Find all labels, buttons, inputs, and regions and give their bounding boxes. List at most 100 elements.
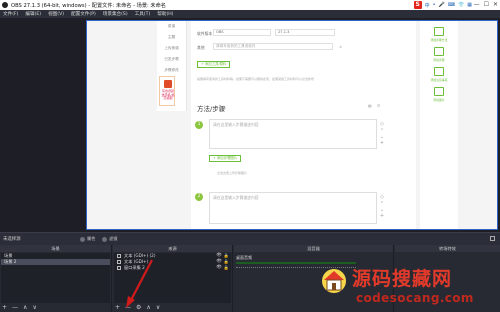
grid-view-icon[interactable]: ▦	[368, 103, 372, 108]
list-view-icon[interactable]: ☰	[377, 103, 380, 108]
desktop-audio-label: 桌面音频	[236, 255, 252, 260]
ime-skin-icon[interactable]: 👕	[458, 2, 464, 8]
section-title: 方法/步骤	[197, 105, 226, 113]
ime-toolbar: S 中 • 🎤 ⌨ 👕 ▦	[413, 1, 472, 9]
menu-help[interactable]: 帮助(H)	[157, 11, 173, 17]
properties-label: 属性	[87, 236, 96, 241]
version-input[interactable]: 27.1.3	[275, 29, 335, 36]
tool-hint: 提醒填写使用的工具材料等，如果不需要可以删除此项，如果其他工具材料可以点击新增	[197, 77, 315, 81]
menu-file[interactable]: 文件(F)	[3, 11, 18, 17]
software-label: 软件版本	[197, 31, 213, 36]
web-nav-item[interactable]: 菜谱	[157, 21, 186, 32]
step-1-add-icon[interactable]: +	[379, 140, 385, 146]
step-2-move-icon[interactable]: ◇	[379, 194, 385, 200]
scenes-dock: 场景 场景 场景 2 + — ∧ ∨	[0, 245, 112, 312]
add-method-tool[interactable]: 添加步骤方法	[427, 27, 451, 45]
ime-punctuation-icon[interactable]: •	[433, 2, 436, 8]
ime-chinese-mode-icon[interactable]: 中	[425, 2, 430, 9]
scenes-footer: + — ∧ ∨	[2, 304, 37, 311]
watermark-title: 源码搜藏网	[352, 268, 453, 290]
web-nav-item[interactable]: 上传食谱	[157, 43, 186, 54]
step-2-add-icon[interactable]: +	[379, 213, 385, 219]
watermark-url: codesocang.com	[356, 291, 474, 305]
ime-microphone-icon[interactable]: 🎤	[439, 2, 445, 8]
add-image-tool[interactable]: 添加图片	[427, 87, 451, 105]
add-notice-tool[interactable]: 添加注意事项	[427, 67, 451, 85]
add-notice-label: 添加注意事项	[430, 78, 448, 82]
annotation-arrow	[126, 259, 153, 308]
software-input[interactable]: OBS	[213, 29, 271, 36]
step-1-textarea[interactable]: 请在这里输入步骤描述内容	[209, 119, 377, 149]
window-controls: — ☐ ✕	[474, 1, 498, 8]
web-nav-item[interactable]: 主题	[157, 32, 186, 43]
scene-item[interactable]: 场景 2	[1, 259, 110, 265]
web-promo-text: 写食谱就送手机/最高奖励	[161, 89, 175, 101]
add-image-button[interactable]: + 添加步骤图片	[209, 155, 242, 162]
site-watermark: 源码搜藏网 codesocang.com	[318, 264, 500, 312]
menu-profile[interactable]: 配置文件(P)	[71, 11, 96, 17]
upload-hint[interactable]: 点击这里上传步骤图片	[217, 171, 247, 175]
lock-icon[interactable]: 🔒	[224, 265, 229, 271]
add-step-label: 添加步骤	[433, 58, 445, 62]
source-toolbar: 未选择源 属性 滤镜	[0, 232, 500, 245]
other-input[interactable]: 请填写用到的工具或软件	[213, 43, 333, 50]
web-right-panel: 添加步骤方法 添加步骤 添加注意事项 添加图片	[420, 21, 458, 229]
web-form-panel: 软件版本 OBS 27.1.3 其他 请填写用到的工具或软件 × + 添加工具/…	[191, 21, 416, 229]
remove-other-icon[interactable]: ×	[339, 44, 342, 49]
arrow-head	[126, 296, 135, 308]
visibility-eye-icon[interactable]: 👁	[216, 265, 222, 271]
menu-scene-collection[interactable]: 场景集合(S)	[103, 11, 128, 17]
obs-logo-icon	[2, 2, 8, 8]
expand-icon[interactable]	[490, 236, 495, 241]
no-source-label: 未选择源	[3, 237, 21, 242]
house-logo-icon	[322, 269, 346, 293]
step-2-number: 2	[195, 193, 203, 201]
step-2-textarea[interactable]: 请在这里输入步骤描述内容	[209, 192, 377, 224]
menu-tools[interactable]: 工具(T)	[135, 11, 151, 17]
sogou-ime-icon[interactable]: S	[413, 1, 422, 9]
filters-button[interactable]: 滤镜	[102, 235, 117, 243]
edit-pencil-icon[interactable]: ✎	[223, 105, 226, 110]
remove-scene-button[interactable]: —	[12, 304, 18, 311]
text-source-icon	[117, 260, 121, 264]
move-scene-down-button[interactable]: ∨	[32, 304, 36, 311]
move-scene-up-button[interactable]: ∧	[23, 304, 27, 311]
ime-grid-icon[interactable]: ▦	[467, 2, 472, 8]
move-source-down-button[interactable]: ∨	[156, 304, 160, 311]
minimize-button[interactable]: —	[474, 1, 480, 8]
window-title: OBS 27.1.3 (64-bit, windows) - 配置文件: 未命名…	[11, 2, 166, 9]
web-nav-item[interactable]: 步骤修改	[157, 65, 186, 76]
properties-button[interactable]: 属性	[80, 235, 95, 243]
gear-icon	[80, 236, 85, 242]
filters-label: 滤镜	[109, 236, 118, 241]
gift-icon	[164, 80, 172, 88]
text-source-icon	[117, 254, 121, 258]
add-method-label: 添加步骤方法	[430, 38, 448, 42]
close-button[interactable]: ✕	[493, 1, 498, 8]
add-scene-button[interactable]: +	[2, 304, 7, 311]
add-image-label: 添加图片	[433, 98, 445, 102]
add-tool-button[interactable]: + 添加工具/原料	[197, 61, 231, 68]
scenes-header: 场景	[0, 245, 111, 252]
preview-canvas[interactable]: 菜谱 主题 上传食谱 已发步骤 步骤修改 写食谱就送手机/最高奖励 软件版本 O…	[86, 20, 498, 230]
step-1-number: 1	[195, 121, 203, 129]
menu-bar: 文件(F) 编辑(E) 视图(V) 配置文件(P) 场景集合(S) 工具(T) …	[0, 10, 500, 18]
add-image-icon	[434, 87, 444, 96]
add-source-button[interactable]: +	[115, 304, 120, 311]
maximize-button[interactable]: ☐	[484, 1, 489, 8]
menu-view[interactable]: 视图(V)	[48, 11, 64, 17]
web-nav-item[interactable]: 已发步骤	[157, 54, 186, 65]
add-step-icon	[434, 47, 444, 56]
arrow-shaft	[129, 259, 153, 303]
ime-keyboard-icon[interactable]: ⌨	[448, 2, 455, 8]
window-capture-icon	[117, 266, 121, 270]
add-step-tool[interactable]: 添加步骤	[427, 47, 451, 65]
web-promo-card[interactable]: 写食谱就送手机/最高奖励	[159, 76, 175, 106]
menu-edit[interactable]: 编辑(E)	[25, 11, 41, 17]
transitions-header: 转场特效	[395, 245, 500, 252]
add-notice-icon	[434, 67, 444, 76]
add-method-icon	[434, 27, 444, 36]
sources-header: 来源	[113, 245, 232, 252]
preview-area[interactable]: 菜谱 主题 上传食谱 已发步骤 步骤修改 写食谱就送手机/最高奖励 软件版本 O…	[0, 18, 500, 232]
step-1-move-icon[interactable]: ◇	[379, 121, 385, 127]
